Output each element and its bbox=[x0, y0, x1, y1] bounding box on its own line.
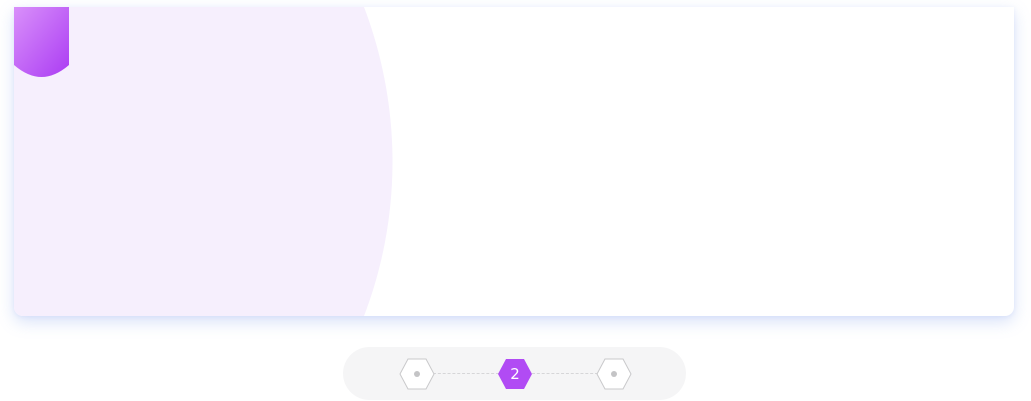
bookmark-icon bbox=[14, 7, 69, 77]
step-dot bbox=[414, 371, 420, 377]
step-connector bbox=[433, 373, 499, 374]
step-1-button[interactable] bbox=[399, 358, 435, 390]
step-connector bbox=[532, 373, 598, 374]
card-decorative-shape bbox=[14, 7, 393, 316]
step-3-button[interactable] bbox=[596, 358, 632, 390]
content-card bbox=[14, 7, 1014, 316]
slide-stepper: 2 bbox=[343, 347, 686, 400]
slide-viewer: 2 bbox=[0, 0, 1031, 401]
step-number: 2 bbox=[510, 365, 520, 383]
step-2-button[interactable]: 2 bbox=[497, 358, 533, 390]
step-dot bbox=[611, 371, 617, 377]
